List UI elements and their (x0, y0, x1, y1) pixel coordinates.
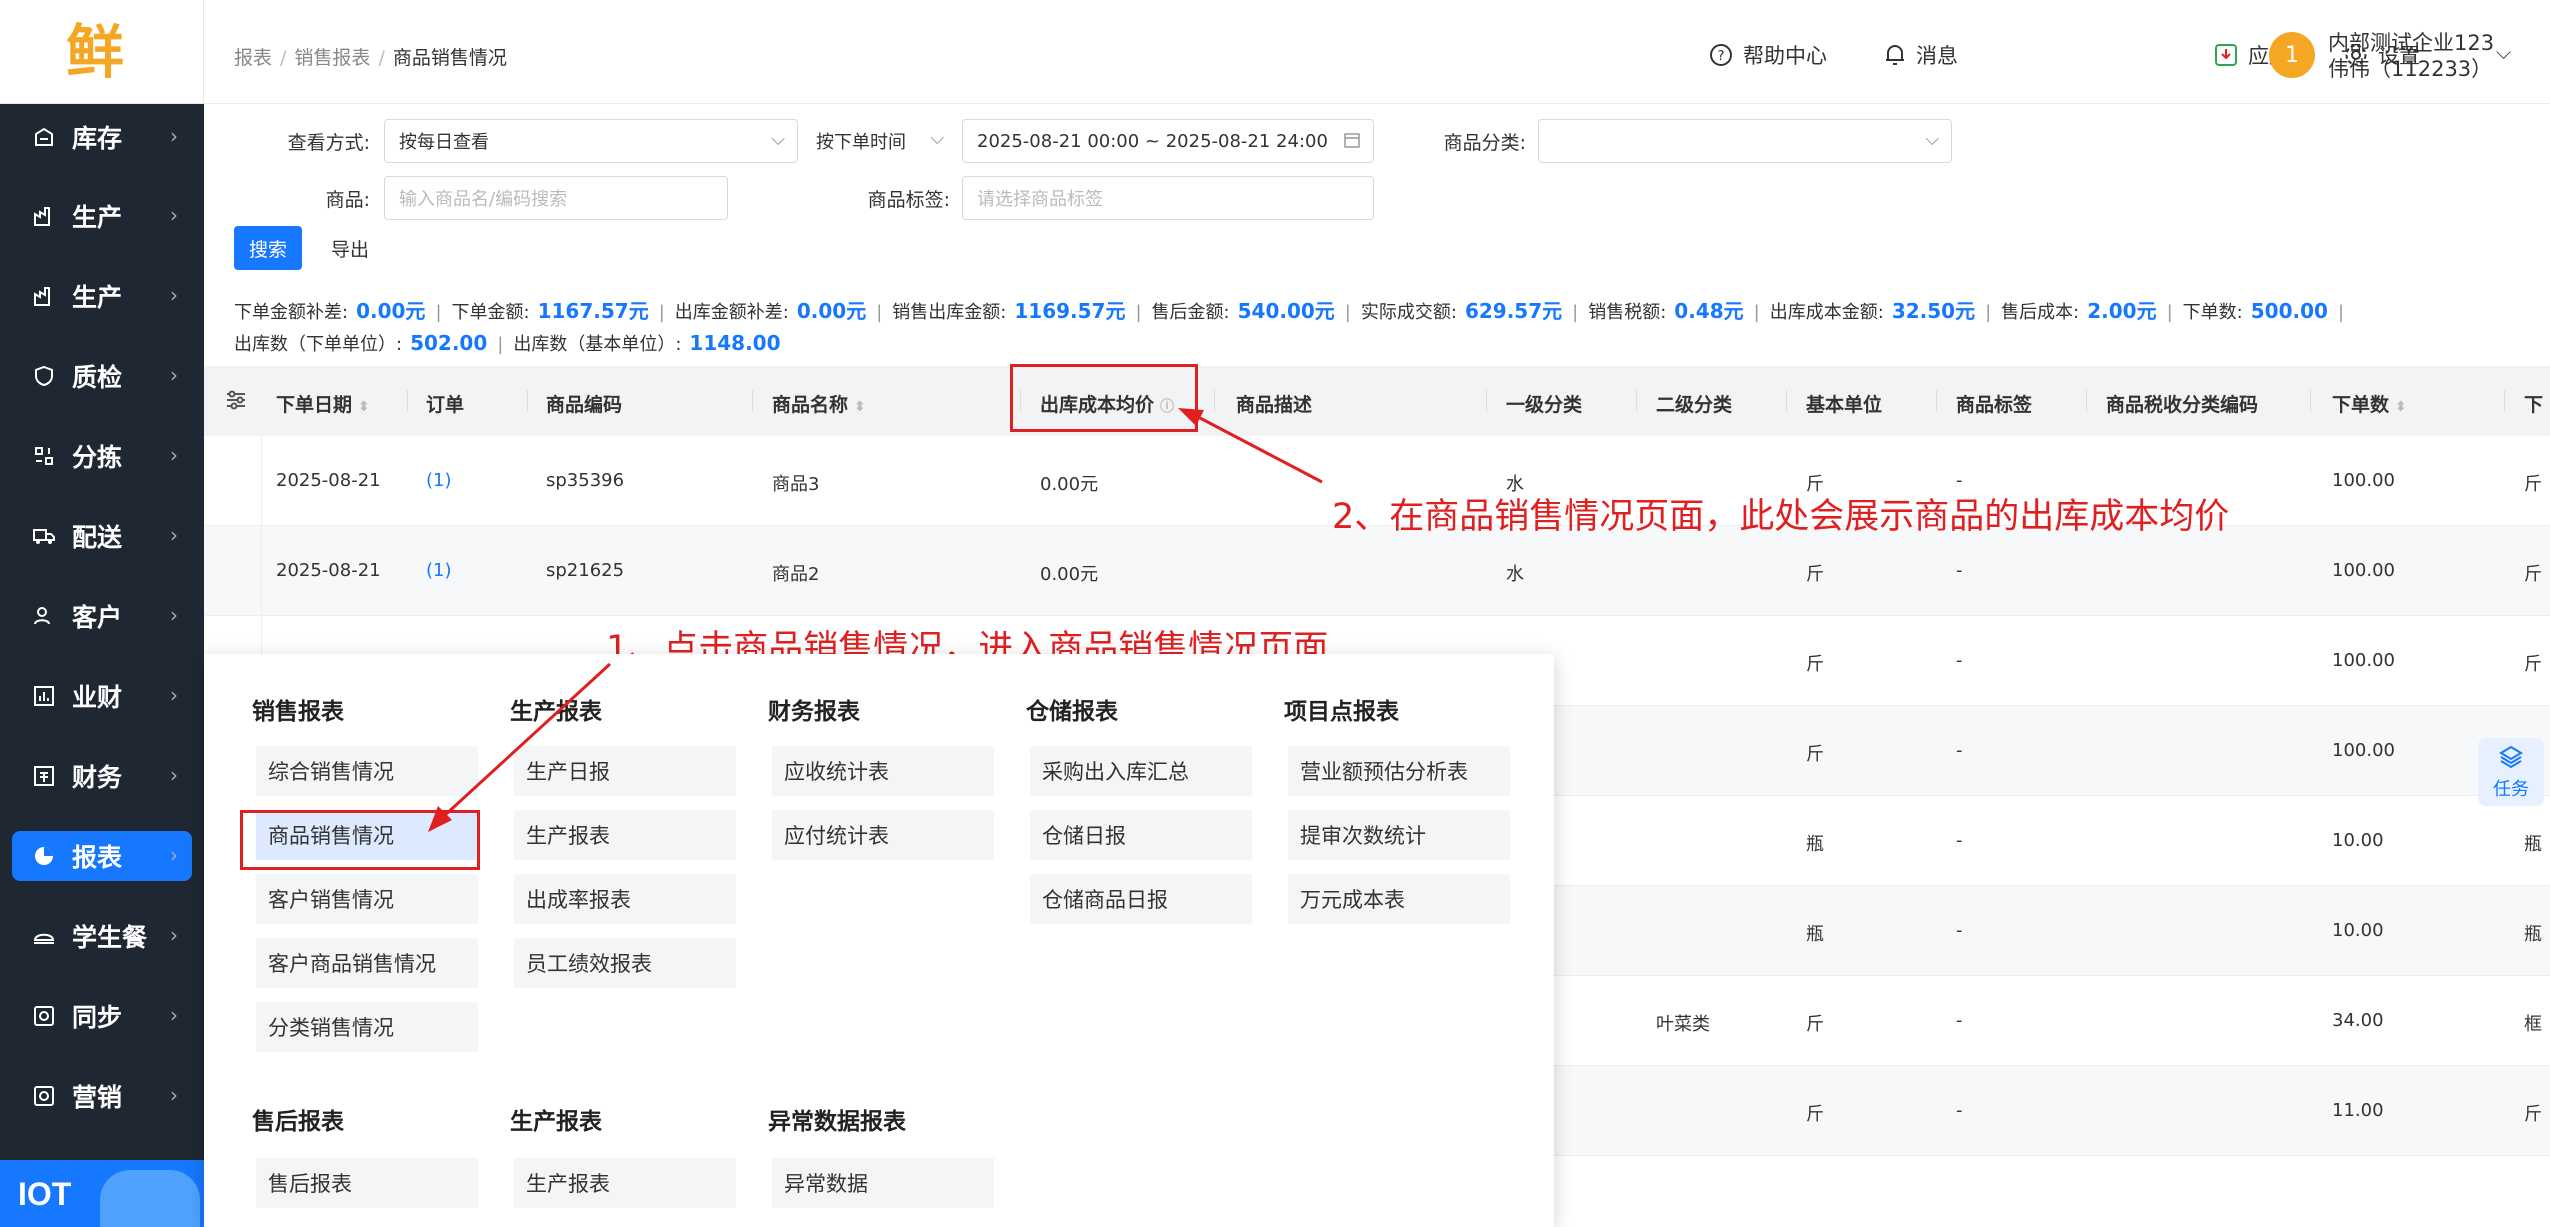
task-label: 任务 (2493, 779, 2529, 800)
layers-icon (2478, 744, 2544, 775)
annotation-arrows (428, 408, 1323, 832)
task-button[interactable]: 任务 (2478, 738, 2544, 806)
